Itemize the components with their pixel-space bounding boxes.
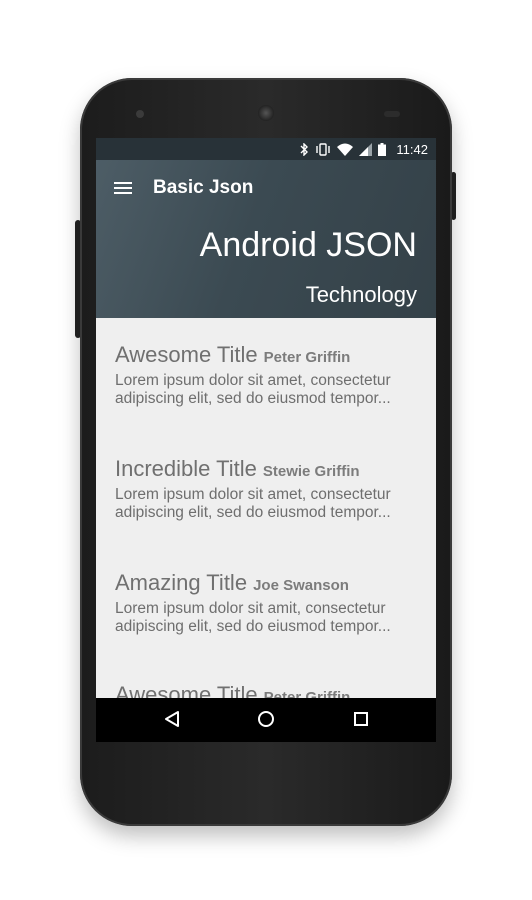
item-title: Awesome Title (115, 342, 258, 367)
status-clock: 11:42 (396, 141, 428, 157)
list-item[interactable]: Amazing Title Joe Swanson Lorem ipsum dol… (115, 570, 427, 636)
hamburger-menu-icon[interactable] (112, 179, 134, 195)
item-title: Amazing Title (115, 570, 248, 595)
item-title: Awesome Title (115, 682, 258, 698)
header-title: Android JSON (199, 226, 417, 264)
article-list: Awesome Title Peter Griffin Lorem ipsum d… (96, 318, 436, 698)
navigation-bar (96, 698, 436, 742)
signal-icon (359, 142, 373, 156)
battery-icon (378, 142, 387, 156)
item-author: Stewie Griffin (262, 463, 360, 480)
wifi-icon (337, 143, 354, 156)
app-bar: Basic Json Android JSON Technology (96, 160, 436, 318)
item-author: Peter Griffin (263, 689, 351, 698)
item-body-line: Lorem ipsum dolor sit amet, consectetur (115, 486, 391, 503)
item-body-line: adipiscing elit, sed do eiusmod tempor..… (115, 618, 391, 635)
vibrate-icon (316, 142, 331, 156)
list-item[interactable]: Awesome Title Peter Griffin (115, 682, 427, 698)
item-title: Incredible Title (115, 456, 257, 481)
item-author: Joe Swanson (253, 577, 349, 594)
list-item[interactable]: Incredible Title Stewie Griffin Lorem ips… (115, 456, 427, 522)
list-item[interactable]: Awesome Title Peter Griffin Lorem ipsum d… (115, 342, 427, 408)
screen: 11:42 Basic Json Android JSON Technology… (96, 138, 436, 742)
item-author: Peter Griffin (263, 349, 351, 366)
item-body-line: Lorem ipsum dolor sit amit, consectetur (115, 600, 386, 617)
header-subtitle: Technology (305, 282, 417, 307)
back-icon[interactable] (164, 710, 180, 728)
item-body-line: Lorem ipsum dolor sit amet, consectetur (115, 372, 391, 389)
proximity-sensor (384, 111, 400, 117)
status-bar: 11:42 (96, 138, 436, 160)
front-camera (136, 110, 144, 118)
earpiece-speaker (258, 105, 274, 121)
item-body-line: adipiscing elit, sed do eiusmod tempor..… (115, 504, 391, 521)
bluetooth-icon (300, 142, 309, 156)
item-body-line: adipiscing elit, sed do eiusmod tempor..… (115, 390, 391, 407)
home-icon[interactable] (257, 710, 275, 728)
recents-icon[interactable] (353, 710, 369, 728)
app-title: Basic Json (153, 177, 254, 198)
